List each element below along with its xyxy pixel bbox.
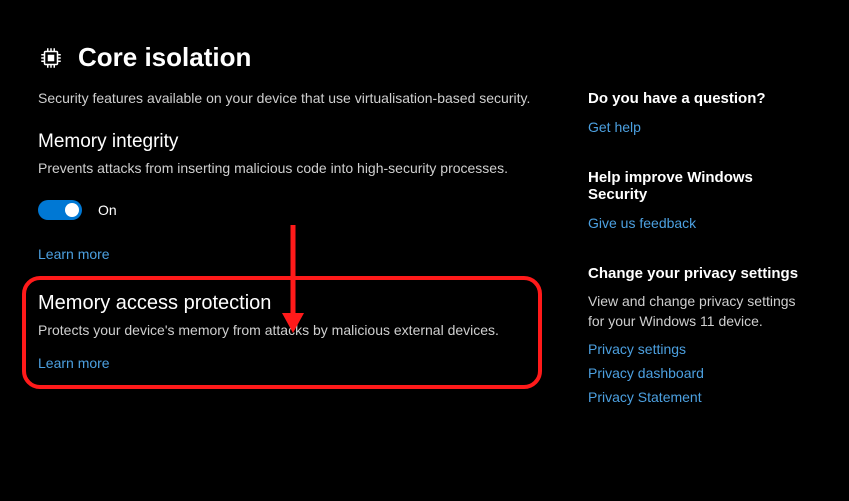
give-feedback-link[interactable]: Give us feedback [588,215,696,231]
core-isolation-icon [38,45,64,71]
memory-access-protection-heading: Memory access protection [38,292,524,315]
get-help-link[interactable]: Get help [588,119,641,135]
privacy-settings-link[interactable]: Privacy settings [588,341,811,357]
memory-integrity-toggle[interactable] [38,200,82,220]
page-description: Security features available on your devi… [38,89,548,109]
memory-access-protection-description: Protects your device's memory from attac… [38,321,524,341]
memory-integrity-description: Prevents attacks from inserting maliciou… [38,159,548,179]
page-title-row: Core isolation [38,42,548,73]
privacy-statement-link[interactable]: Privacy Statement [588,389,811,405]
feedback-heading: Help improve Windows Security [588,169,811,203]
memory-access-protection-learn-more-link[interactable]: Learn more [38,355,110,371]
memory-integrity-heading: Memory integrity [38,131,548,153]
privacy-heading: Change your privacy settings [588,265,811,282]
memory-access-protection-highlight: Memory access protection Protects your d… [22,276,542,389]
question-heading: Do you have a question? [588,90,811,107]
memory-integrity-toggle-label: On [98,202,117,218]
memory-integrity-learn-more-link[interactable]: Learn more [38,246,110,262]
page-title: Core isolation [78,42,251,73]
privacy-description: View and change privacy settings for you… [588,292,811,331]
privacy-dashboard-link[interactable]: Privacy dashboard [588,365,811,381]
